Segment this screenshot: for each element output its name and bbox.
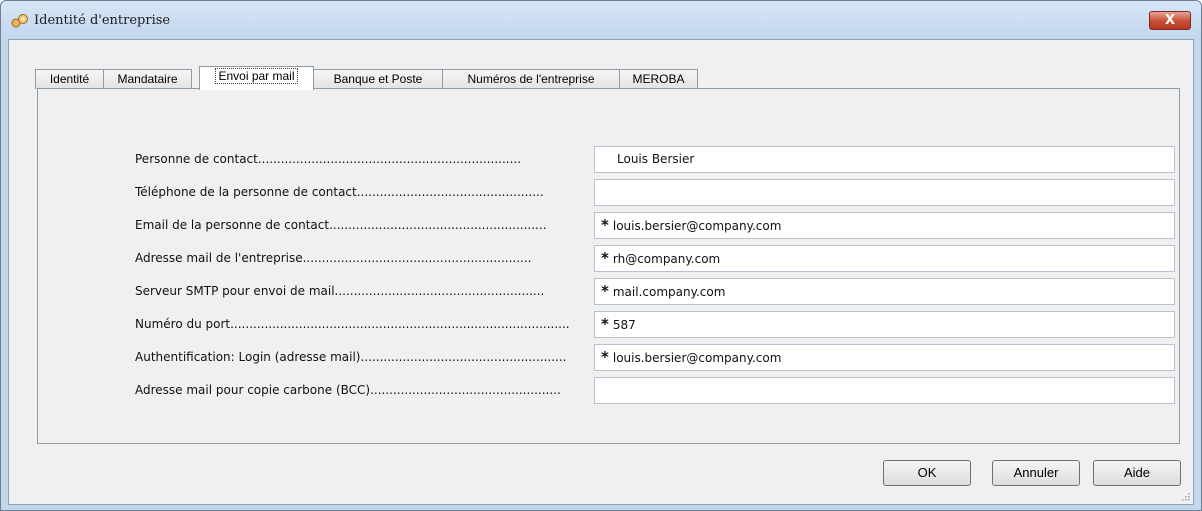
tab-label: Envoi par mail xyxy=(215,68,298,84)
company-email-field[interactable]: * rh@company.com xyxy=(594,245,1175,272)
tab-numeros-entreprise[interactable]: Numéros de l'entreprise xyxy=(442,69,620,89)
required-star-icon: * xyxy=(601,315,609,333)
tab-mandataire[interactable]: Mandataire xyxy=(103,69,192,89)
resize-grip-icon[interactable] xyxy=(1180,491,1190,501)
window-title: Identité d'entreprise xyxy=(34,13,171,28)
contact-phone-field[interactable] xyxy=(594,179,1175,206)
contact-person-label: Personne de contact.....................… xyxy=(135,152,522,166)
tab-label: Numéros de l'entreprise xyxy=(467,72,595,86)
contact-email-field[interactable]: * louis.bersier@company.com xyxy=(594,212,1175,239)
tab-label: Mandataire xyxy=(117,72,178,86)
title-bar[interactable]: Identité d'entreprise X xyxy=(1,1,1201,39)
field-value: mail.company.com xyxy=(612,285,726,299)
tab-label: Identité xyxy=(49,72,90,86)
close-icon: X xyxy=(1164,13,1176,28)
field-value: Louis Bersier xyxy=(617,152,695,166)
tab-panel: Personne de contact.....................… xyxy=(37,88,1180,444)
contact-email-label: Email de la personne de contact.........… xyxy=(135,218,547,232)
port-number-label: Numéro du port..........................… xyxy=(135,317,570,331)
required-star-icon: * xyxy=(601,282,609,300)
tab-label: Banque et Poste xyxy=(333,72,423,86)
tab-envoi-par-mail[interactable]: Envoi par mail xyxy=(199,66,314,90)
ok-button[interactable]: OK xyxy=(883,460,971,486)
close-button[interactable]: X xyxy=(1149,11,1191,30)
tab-meroba[interactable]: MEROBA xyxy=(619,69,698,89)
contact-person-field[interactable]: Louis Bersier xyxy=(594,146,1175,173)
tab-banque-et-poste[interactable]: Banque et Poste xyxy=(313,69,443,89)
port-number-field[interactable]: * 587 xyxy=(594,311,1175,338)
smtp-server-field[interactable]: * mail.company.com xyxy=(594,278,1175,305)
app-icon xyxy=(11,14,28,28)
dialog-client-area: Identité Mandataire Envoi par mail Banqu… xyxy=(8,39,1194,505)
contact-phone-label: Téléphone de la personne de contact.....… xyxy=(135,185,544,199)
field-value: rh@company.com xyxy=(612,252,721,266)
tab-identite[interactable]: Identité xyxy=(35,69,104,89)
cancel-button[interactable]: Annuler xyxy=(992,460,1080,486)
field-value: 587 xyxy=(612,318,636,332)
smtp-server-label: Serveur SMTP pour envoi de mail.........… xyxy=(135,284,545,298)
bcc-email-field[interactable] xyxy=(594,377,1175,404)
field-value: louis.bersier@company.com xyxy=(612,351,782,365)
auth-login-field[interactable]: * louis.bersier@company.com xyxy=(594,344,1175,371)
auth-login-label: Authentification: Login (adresse mail)..… xyxy=(135,350,567,364)
help-button[interactable]: Aide xyxy=(1093,460,1181,486)
company-email-label: Adresse mail de l'entreprise............… xyxy=(135,251,532,265)
tab-label: MEROBA xyxy=(632,72,685,86)
required-star-icon: * xyxy=(601,249,609,267)
required-star-icon: * xyxy=(601,216,609,234)
required-star-icon: * xyxy=(601,348,609,366)
dialog-window: Identité d'entreprise X Identité Mandata… xyxy=(0,0,1202,511)
field-value: louis.bersier@company.com xyxy=(612,219,782,233)
bcc-email-label: Adresse mail pour copie carbone (BCC)...… xyxy=(135,383,561,397)
